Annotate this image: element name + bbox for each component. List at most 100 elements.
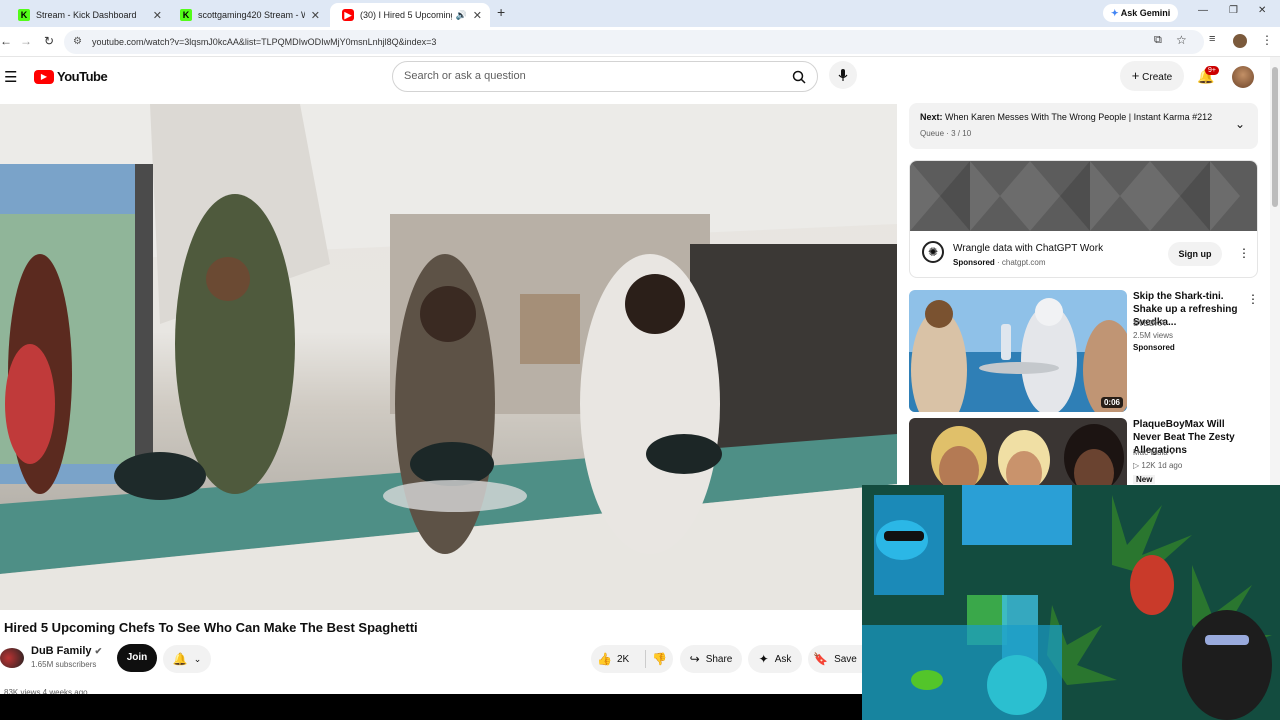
video-thumbnail[interactable]	[909, 418, 1127, 485]
bookmark-star-icon[interactable]: ☆	[1176, 33, 1187, 47]
recommendation-views: 12K	[1141, 461, 1156, 470]
stream-webcam-overlay	[862, 485, 1280, 720]
ask-button[interactable]: ✦ Ask	[748, 645, 802, 673]
like-dislike-group: 👍 2K 👎	[591, 645, 673, 673]
recommendation-views: 2.5M views	[1133, 331, 1174, 340]
install-icon[interactable]: ⧉	[1154, 34, 1162, 47]
channel-name: DuB Family	[31, 645, 92, 657]
save-button[interactable]: 🔖 Save	[808, 645, 862, 673]
close-window-icon[interactable]: ✕	[1258, 5, 1266, 16]
ad-domain: · chatgpt.com	[997, 258, 1046, 267]
tab-title: Stream - Kick Dashboard	[36, 10, 137, 20]
queue-position: Queue · 3 / 10	[920, 129, 972, 138]
hamburger-menu-icon[interactable]: ☰	[4, 68, 17, 86]
tab-title: scottgaming420 Stream - Watc	[198, 10, 305, 20]
recommendation-channel-row: Mac Mula ✔	[1133, 448, 1177, 457]
channel-name-row[interactable]: DuB Family ✔	[31, 645, 102, 657]
channel-avatar[interactable]	[0, 648, 24, 668]
video-title: Hired 5 Upcoming Chefs To See Who Can Ma…	[4, 620, 418, 635]
more-options-icon[interactable]: ⋮	[1238, 246, 1250, 260]
kick-icon: K	[180, 9, 192, 21]
subscriber-count: 1.65M subscribers	[31, 660, 97, 669]
search-button[interactable]	[781, 62, 817, 91]
more-options-icon[interactable]: ⋮	[1247, 292, 1259, 306]
sign-up-button[interactable]: Sign up	[1168, 242, 1222, 266]
ask-gemini-button[interactable]: ✦ Ask Gemini	[1103, 4, 1179, 22]
browser-tab-kick-stream[interactable]: K scottgaming420 Stream - Watc ✕	[168, 3, 328, 27]
notification-badge: 9+	[1205, 66, 1219, 75]
reading-list-icon[interactable]: ≡	[1209, 33, 1215, 45]
next-label: Next:	[920, 112, 943, 122]
account-avatar[interactable]	[1232, 66, 1254, 88]
save-label: Save	[834, 653, 857, 665]
video-player[interactable]	[0, 104, 897, 610]
voice-search-button[interactable]	[829, 61, 857, 89]
url-text: youtube.com/watch?v=3lqsmJ0kcAA&list=TLP…	[92, 37, 437, 47]
sparkle-icon: ✦	[758, 652, 769, 666]
ad-title: Wrangle data with ChatGPT Work	[953, 243, 1104, 254]
ask-label: Ask	[774, 653, 792, 665]
ad-banner-image	[910, 161, 1257, 231]
recommendation-age: 1d ago	[1157, 461, 1183, 470]
youtube-play-icon: ▶	[34, 69, 54, 84]
close-tab-icon[interactable]: ✕	[473, 9, 482, 22]
plaqueboymax-thumbnail-image	[909, 418, 1127, 485]
tab-title: (30) I Hired 5 Upcoming Ch	[360, 10, 452, 20]
close-tab-icon[interactable]: ✕	[311, 9, 320, 22]
chevron-down-icon: ⌄	[193, 653, 202, 664]
back-icon[interactable]: ←	[0, 34, 12, 48]
minimize-icon[interactable]: —	[1198, 5, 1208, 16]
close-tab-icon[interactable]: ✕	[153, 9, 162, 22]
subscription-bell-button[interactable]: 🔔 ⌄	[163, 645, 211, 673]
recommendation-stats: ▷ 12K 1d ago	[1133, 461, 1182, 470]
forward-icon[interactable]: →	[20, 34, 32, 48]
youtube-icon: ▶	[342, 9, 354, 21]
create-button[interactable]: + Create	[1120, 61, 1184, 91]
recommended-video-card[interactable]: 0:06 Skip the Shark-tini. Shake up a ref…	[909, 290, 1269, 414]
verified-check-icon: ✔	[94, 646, 103, 656]
thumbs-up-icon: 👍	[597, 652, 612, 666]
bell-icon: 🔔	[172, 652, 188, 666]
divider	[645, 650, 647, 668]
sponsored-ad-card[interactable]: ✺ Wrangle data with ChatGPT Work Sponsor…	[909, 160, 1258, 278]
reload-icon[interactable]: ↻	[44, 34, 54, 48]
search-input[interactable]: Search or ask a question	[392, 61, 818, 92]
new-badge: New	[1133, 475, 1156, 484]
dislike-button[interactable]: 👎	[652, 652, 667, 666]
svedka-thumbnail-image	[909, 290, 1127, 412]
browser-tab-kick-dashboard[interactable]: K Stream - Kick Dashboard ✕	[6, 3, 170, 27]
browser-tab-strip: K Stream - Kick Dashboard ✕ K scottgamin…	[0, 0, 1280, 27]
playlist-queue-header[interactable]: Next: When Karen Messes With The Wrong P…	[909, 103, 1258, 149]
new-tab-icon[interactable]: +	[497, 4, 505, 20]
chatgpt-logo-icon: ✺	[922, 241, 944, 263]
thumbs-down-icon: 👎	[652, 652, 668, 666]
page-scrollbar[interactable]	[1270, 57, 1280, 485]
next-video-title: When Karen Messes With The Wrong People …	[945, 112, 1213, 122]
browser-menu-icon[interactable]: ⋮	[1261, 33, 1273, 47]
taskbar-strip	[0, 694, 862, 720]
browser-tab-youtube[interactable]: ▶ (30) I Hired 5 Upcoming Ch 🔊 ✕	[330, 3, 490, 27]
youtube-header: ☰ ▶ YouTube Search or ask a question + C…	[0, 57, 1270, 97]
share-icon: ↪	[689, 652, 700, 666]
youtube-logo[interactable]: ▶ YouTube	[34, 69, 108, 84]
share-button[interactable]: ↪ Share	[680, 645, 742, 673]
profile-avatar[interactable]	[1233, 34, 1247, 48]
recommendation-channel: SVEDKA	[1133, 319, 1166, 328]
chevron-down-icon[interactable]: ⌄	[1235, 117, 1245, 131]
address-bar[interactable]: ⚙ youtube.com/watch?v=3lqsmJ0kcAA&list=T…	[64, 30, 1204, 54]
restore-icon[interactable]: ❐	[1229, 5, 1238, 16]
recommended-video-card[interactable]: PlaqueBoyMax Will Never Beat The Zesty A…	[909, 418, 1269, 485]
join-button[interactable]: Join	[117, 644, 157, 672]
gemini-icon: ✦	[1111, 8, 1119, 18]
youtube-wordmark: YouTube	[57, 69, 108, 84]
bookmark-icon: 🔖	[813, 652, 829, 666]
scrollbar-thumb[interactable]	[1272, 67, 1278, 207]
share-label: Share	[705, 653, 733, 665]
like-button[interactable]: 👍 2K	[597, 652, 629, 666]
play-icon: ▷	[1133, 461, 1140, 470]
video-frame-image	[0, 104, 897, 610]
site-info-icon[interactable]: ⚙	[73, 30, 82, 54]
video-thumbnail[interactable]: 0:06	[909, 290, 1127, 412]
microphone-icon	[838, 69, 848, 81]
speaker-icon[interactable]: 🔊	[456, 10, 467, 21]
